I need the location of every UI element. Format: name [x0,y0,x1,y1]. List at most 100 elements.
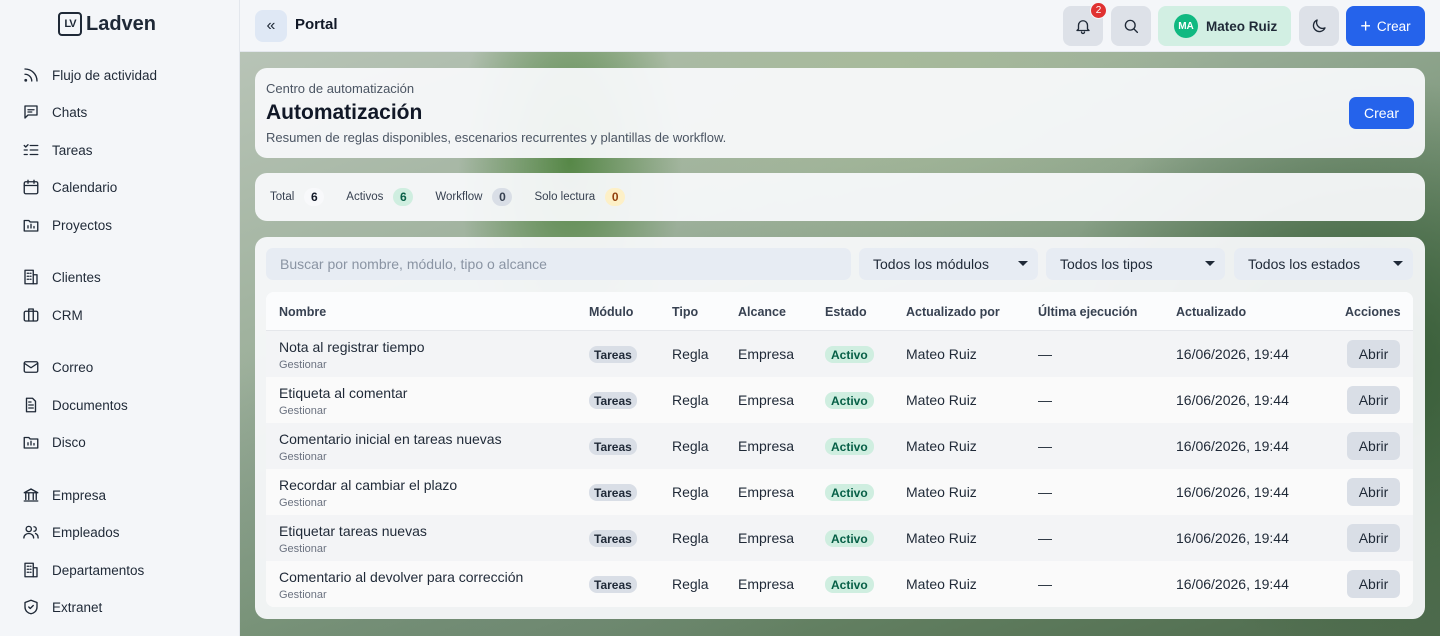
table-row[interactable]: Comentario inicial en tareas nuevas Gest… [266,423,1413,469]
rule-name[interactable]: Recordar al cambiar el plazo [279,477,457,493]
create-button[interactable]: Crear [1349,97,1414,129]
rule-manage-link[interactable]: Gestionar [279,543,327,555]
collapse-sidebar-button[interactable]: « [255,10,287,42]
sidebar-item-crm[interactable]: CRM [22,303,83,327]
theme-toggle-button[interactable] [1299,6,1339,46]
column-header-name[interactable]: Nombre [279,305,326,319]
column-header-last-run[interactable]: Última ejecución [1038,305,1137,319]
column-header-actions: Acciones [1345,305,1401,319]
rule-name[interactable]: Etiqueta al comentar [279,385,407,401]
rule-name[interactable]: Nota al registrar tiempo [279,339,425,355]
sidebar-item-documents[interactable]: Documentos [22,393,128,417]
column-header-type[interactable]: Tipo [672,305,698,319]
stat-count: 0 [492,188,513,206]
document-icon [25,397,37,413]
sidebar-item-label: Chats [52,104,88,120]
create-top-label: Crear [1376,18,1411,34]
user-menu[interactable]: MA Mateo Ruiz [1158,6,1291,46]
updated-by: Mateo Ruiz [906,530,977,546]
rule-type: Regla [672,576,709,592]
create-top-button[interactable]: + Crear [1346,6,1425,46]
sidebar-item-label: Flujo de actividad [52,67,158,83]
rule-manage-link[interactable]: Gestionar [279,451,327,463]
open-button[interactable]: Abrir [1347,386,1400,414]
mail-icon [23,361,39,373]
page-header-card: Centro de automatización Automatización … [255,68,1425,158]
caret-down-icon [1205,261,1215,266]
sidebar-item-extranet[interactable]: Extranet [22,595,102,619]
sidebar-item-employees[interactable]: Empleados [22,520,120,544]
bell-icon [1076,20,1090,35]
page-kicker: Centro de automatización [266,81,415,96]
column-header-module[interactable]: Módulo [589,305,633,319]
stat-total: Total 6 [270,188,325,206]
sidebar-item-activity[interactable]: Flujo de actividad [22,63,157,87]
building-icon [24,269,38,285]
notification-badge: 2 [1090,2,1107,19]
column-header-scope[interactable]: Alcance [738,305,786,319]
sidebar-item-mail[interactable]: Correo [22,355,93,379]
automation-table: Nombre Módulo Tipo Alcance Estado Actual… [266,292,1413,607]
type-filter-select[interactable]: Todos los tipos [1046,248,1225,280]
open-button[interactable]: Abrir [1347,570,1400,598]
module-filter-select[interactable]: Todos los módulos [859,248,1038,280]
sidebar-item-tasks[interactable]: Tareas [22,138,93,162]
tasks-icon [23,144,39,156]
table-row[interactable]: Comentario al devolver para corrección G… [266,561,1413,607]
module-badge: Tareas [589,392,637,409]
app-logo[interactable]: LV Ladven [58,12,156,36]
updated-at: 16/06/2026, 19:44 [1176,484,1289,500]
sidebar-item-clients[interactable]: Clientes [22,265,101,289]
rule-scope: Empresa [738,576,795,592]
column-header-updated[interactable]: Actualizado [1176,305,1246,319]
column-header-state[interactable]: Estado [825,305,867,319]
updated-at: 16/06/2026, 19:44 [1176,530,1289,546]
search-input[interactable] [266,248,851,280]
rule-manage-link[interactable]: Gestionar [279,497,327,509]
search-button[interactable] [1111,6,1151,46]
updated-by: Mateo Ruiz [906,346,977,362]
module-badge: Tareas [589,484,637,501]
rule-type: Regla [672,530,709,546]
rule-name[interactable]: Comentario inicial en tareas nuevas [279,431,502,447]
select-value: Todos los estados [1248,256,1361,272]
status-badge: Activo [825,530,874,547]
state-filter-select[interactable]: Todos los estados [1234,248,1413,280]
sidebar-item-departments[interactable]: Departamentos [22,558,144,582]
sidebar-item-company[interactable]: Empresa [22,483,106,507]
open-button[interactable]: Abrir [1347,340,1400,368]
open-button[interactable]: Abrir [1347,524,1400,552]
stat-count: 0 [605,188,626,206]
sidebar-item-label: Empresa [52,487,107,503]
sidebar-item-label: Proyectos [52,217,113,233]
notifications-button[interactable]: 2 [1063,2,1107,46]
open-button[interactable]: Abrir [1347,432,1400,460]
rule-manage-link[interactable]: Gestionar [279,589,327,601]
sidebar-item-label: Correo [52,359,94,375]
rule-name[interactable]: Comentario al devolver para corrección [279,569,523,585]
last-run: — [1038,576,1052,592]
updated-at: 16/06/2026, 19:44 [1176,346,1289,362]
rule-manage-link[interactable]: Gestionar [279,405,327,417]
last-run: — [1038,484,1052,500]
table-row[interactable]: Etiquetar tareas nuevas Gestionar Tareas… [266,515,1413,561]
column-header-updated-by[interactable]: Actualizado por [906,305,1000,319]
caret-down-icon [1393,261,1403,266]
rule-name[interactable]: Etiquetar tareas nuevas [279,523,427,539]
table-row[interactable]: Nota al registrar tiempo Gestionar Tarea… [266,331,1413,377]
table-header: Nombre Módulo Tipo Alcance Estado Actual… [266,292,1413,331]
rule-scope: Empresa [738,484,795,500]
automation-list-card: Todos los módulos Todos los tipos Todos … [255,237,1425,619]
open-button[interactable]: Abrir [1347,478,1400,506]
rule-type: Regla [672,346,709,362]
sidebar-item-calendar[interactable]: Calendario [22,175,117,199]
sidebar-item-label: Disco [52,434,86,450]
table-row[interactable]: Etiqueta al comentar Gestionar Tareas Re… [266,377,1413,423]
select-value: Todos los módulos [873,256,989,272]
table-row[interactable]: Recordar al cambiar el plazo Gestionar T… [266,469,1413,515]
last-run: — [1038,530,1052,546]
sidebar-item-disk[interactable]: Disco [22,430,86,454]
sidebar-item-projects[interactable]: Proyectos [22,213,112,237]
rule-manage-link[interactable]: Gestionar [279,359,327,371]
sidebar-item-chats[interactable]: Chats [22,100,87,124]
